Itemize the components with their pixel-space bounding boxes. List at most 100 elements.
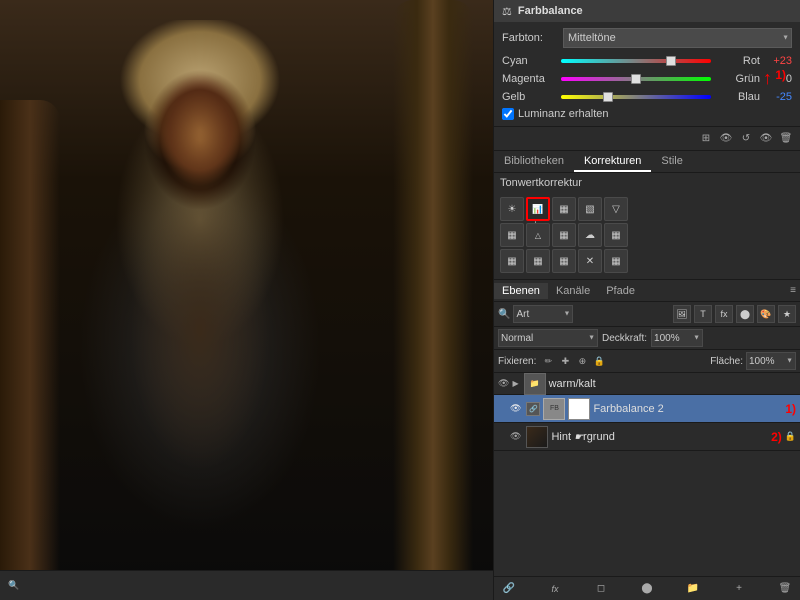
gelb-blau-track — [561, 95, 711, 99]
layer-list: 👁 ▶ 📁 warm/kalt 👁 🔗 FB Farbbalance 2 1) … — [494, 373, 800, 576]
posterize-icon[interactable]: ▦ — [526, 249, 550, 273]
luminanz-checkbox[interactable] — [502, 108, 514, 120]
fix-all-icon[interactable]: 🔒 — [592, 354, 606, 368]
delete-layer-icon[interactable]: 🗑 — [776, 580, 794, 598]
new-fill-icon[interactable]: ⬤ — [638, 580, 656, 598]
farbton-select-wrapper[interactable]: Tiefen Mitteltöne Lichter — [563, 28, 792, 48]
reset-icon[interactable]: ↺ — [738, 131, 754, 147]
delete-icon[interactable]: 🗑 — [778, 131, 794, 147]
right-panel: ⚖ Farbbalance Farbton: Tiefen Mitteltöne… — [493, 0, 800, 600]
eye-icon-2[interactable]: 👁 — [758, 131, 774, 147]
invert-icon[interactable]: ▦ — [500, 249, 524, 273]
blend-mode-select-wrapper[interactable]: Normal Multiplizieren Bildschirm — [498, 329, 598, 347]
layer-type-select[interactable]: Art — [513, 305, 573, 323]
layer-tab-ebenen[interactable]: Ebenen — [494, 283, 548, 299]
farbton-select[interactable]: Tiefen Mitteltöne Lichter — [563, 28, 792, 48]
layer-color-icon[interactable]: 🎨 — [757, 305, 775, 323]
cyan-rot-thumb[interactable] — [666, 56, 676, 66]
magenta-gruen-thumb[interactable] — [631, 74, 641, 84]
hg-cursor: ☛ — [574, 432, 583, 443]
fx-icon[interactable]: fx — [546, 580, 564, 598]
farbbalance-panel: ⚖ Farbbalance Farbton: Tiefen Mitteltöne… — [494, 0, 800, 127]
hsl-icon[interactable]: ▦ — [500, 223, 524, 247]
opacity-select-wrapper[interactable]: 100% — [651, 329, 703, 347]
skin-layer — [100, 60, 300, 310]
blend-mode-select[interactable]: Normal Multiplizieren Bildschirm — [498, 329, 598, 347]
tree-right — [393, 0, 473, 600]
gruen-label: Grün — [715, 73, 760, 85]
layer-image-icon[interactable]: 🖼 — [673, 305, 691, 323]
gelb-blau-thumb[interactable] — [603, 92, 613, 102]
opacity-label: Deckkraft: — [602, 333, 647, 344]
layer-item-farbbalance2[interactable]: 👁 🔗 FB Farbbalance 2 1) — [494, 395, 800, 423]
add-mask-icon[interactable]: ◻ — [592, 580, 610, 598]
farbton-label: Farbton: — [502, 32, 557, 44]
vibrance-icon[interactable]: ▽ — [604, 197, 628, 221]
new-group-icon[interactable]: 📁 — [684, 580, 702, 598]
layer-tabs-menu: ≡ — [790, 285, 800, 296]
gradient-icon[interactable]: △ — [526, 223, 550, 247]
exposure-icon[interactable]: ▧ — [578, 197, 602, 221]
fb2-eye-icon[interactable]: 👁 — [510, 403, 521, 414]
cyan-rot-slider[interactable] — [561, 54, 711, 68]
group-eye-icon[interactable]: 👁 — [498, 378, 509, 389]
tab-stile[interactable]: Stile — [651, 151, 692, 172]
layer-smart-icon[interactable]: ★ — [778, 305, 796, 323]
fix-pos-icon[interactable]: ✏ — [541, 354, 555, 368]
pattern-icon[interactable]: ▦ — [604, 249, 628, 273]
gradient-map-icon[interactable]: ✕ — [578, 249, 602, 273]
fix-artboard-icon[interactable]: ⊕ — [575, 354, 589, 368]
layer-type-select-wrapper[interactable]: Art — [513, 305, 573, 323]
channel-mix-icon[interactable]: ☁ — [578, 223, 602, 247]
left-toolbar: 🔍 — [0, 570, 493, 600]
farbbalance-title: Farbbalance — [518, 5, 792, 17]
layer-text-icon[interactable]: T — [694, 305, 712, 323]
magenta-gruen-track — [561, 77, 711, 81]
group-expand-icon[interactable]: ▶ — [512, 379, 518, 388]
color-lookup-icon[interactable]: ▦ — [604, 223, 628, 247]
zoom-level: 🔍 — [8, 580, 19, 591]
icon-toolbar: ⊞ 👁 ↺ 👁 🗑 — [494, 127, 800, 151]
selective-color-icon[interactable]: ▦ — [552, 223, 576, 247]
layer-menu-icon[interactable]: ≡ — [790, 285, 796, 296]
fix-move-icon[interactable]: ✚ — [558, 354, 572, 368]
layers-grid-icon[interactable]: ⊞ — [698, 131, 714, 147]
flaeche-select-wrapper[interactable]: 100% — [746, 352, 796, 370]
layer-group-warmkalt[interactable]: 👁 ▶ 📁 warm/kalt — [494, 373, 800, 395]
layer-tab-kanaele[interactable]: Kanäle — [548, 283, 598, 299]
korrekturen-header: Tonwertkorrektur — [500, 177, 794, 193]
magenta-gruen-value: 0 — [764, 73, 792, 85]
tab-korrekturen[interactable]: Korrekturen — [574, 151, 651, 172]
new-layer-icon[interactable]: + — [730, 580, 748, 598]
image-panel: 🔍 — [0, 0, 493, 600]
opacity-select[interactable]: 100% — [651, 329, 703, 347]
gelb-blau-slider[interactable] — [561, 90, 711, 104]
layer-effect-icon[interactable]: fx — [715, 305, 733, 323]
link-layers-icon[interactable]: 🔗 — [500, 580, 518, 598]
tree-left — [0, 100, 60, 600]
blau-label: Blau — [715, 91, 760, 103]
fixieren-row: Fixieren: ✏ ✚ ⊕ 🔒 Fläche: 100% — [494, 350, 800, 373]
curves-icon[interactable]: 📊 — [526, 197, 550, 221]
layer-mode-icon[interactable]: ⬤ — [736, 305, 754, 323]
eye-icon-1[interactable]: 👁 — [718, 131, 734, 147]
layer-tab-pfade[interactable]: Pfade — [598, 283, 643, 299]
korrekturen-row-1: ☀ 📊 ▦ ▧ ▽ — [500, 197, 794, 221]
brightness-icon[interactable]: ☀ — [500, 197, 524, 221]
flaeche-select[interactable]: 100% — [746, 352, 796, 370]
korrekturen-section: Tonwertkorrektur ☀ 📊 ▦ ▧ ▽ ▦ △ ▦ ☁ — [494, 173, 800, 280]
fb2-name: Farbbalance 2 — [593, 403, 778, 415]
gelb-blau-value: -25 — [764, 91, 792, 103]
hg-eye-icon[interactable]: 👁 — [510, 431, 521, 442]
layer-item-hintergrund[interactable]: 👁 Hint ☛rgrund 2) 🔒 — [494, 423, 800, 451]
threshold-icon[interactable]: ▦ — [552, 249, 576, 273]
magenta-gruen-slider[interactable] — [561, 72, 711, 86]
hg-name: Hint ☛rgrund — [551, 431, 764, 443]
group-thumb: 📁 — [524, 373, 546, 395]
levels-icon[interactable]: ▦ — [552, 197, 576, 221]
tab-bibliotheken[interactable]: Bibliotheken — [494, 151, 574, 172]
cyan-label: Cyan — [502, 55, 557, 67]
layer-controls: 🔍 Art 🖼 T fx ⬤ 🎨 ★ — [494, 302, 800, 327]
tonwertkorrektur-title: Tonwertkorrektur — [500, 177, 582, 189]
tabs-bar: Bibliotheken Korrekturen Stile — [494, 151, 800, 173]
